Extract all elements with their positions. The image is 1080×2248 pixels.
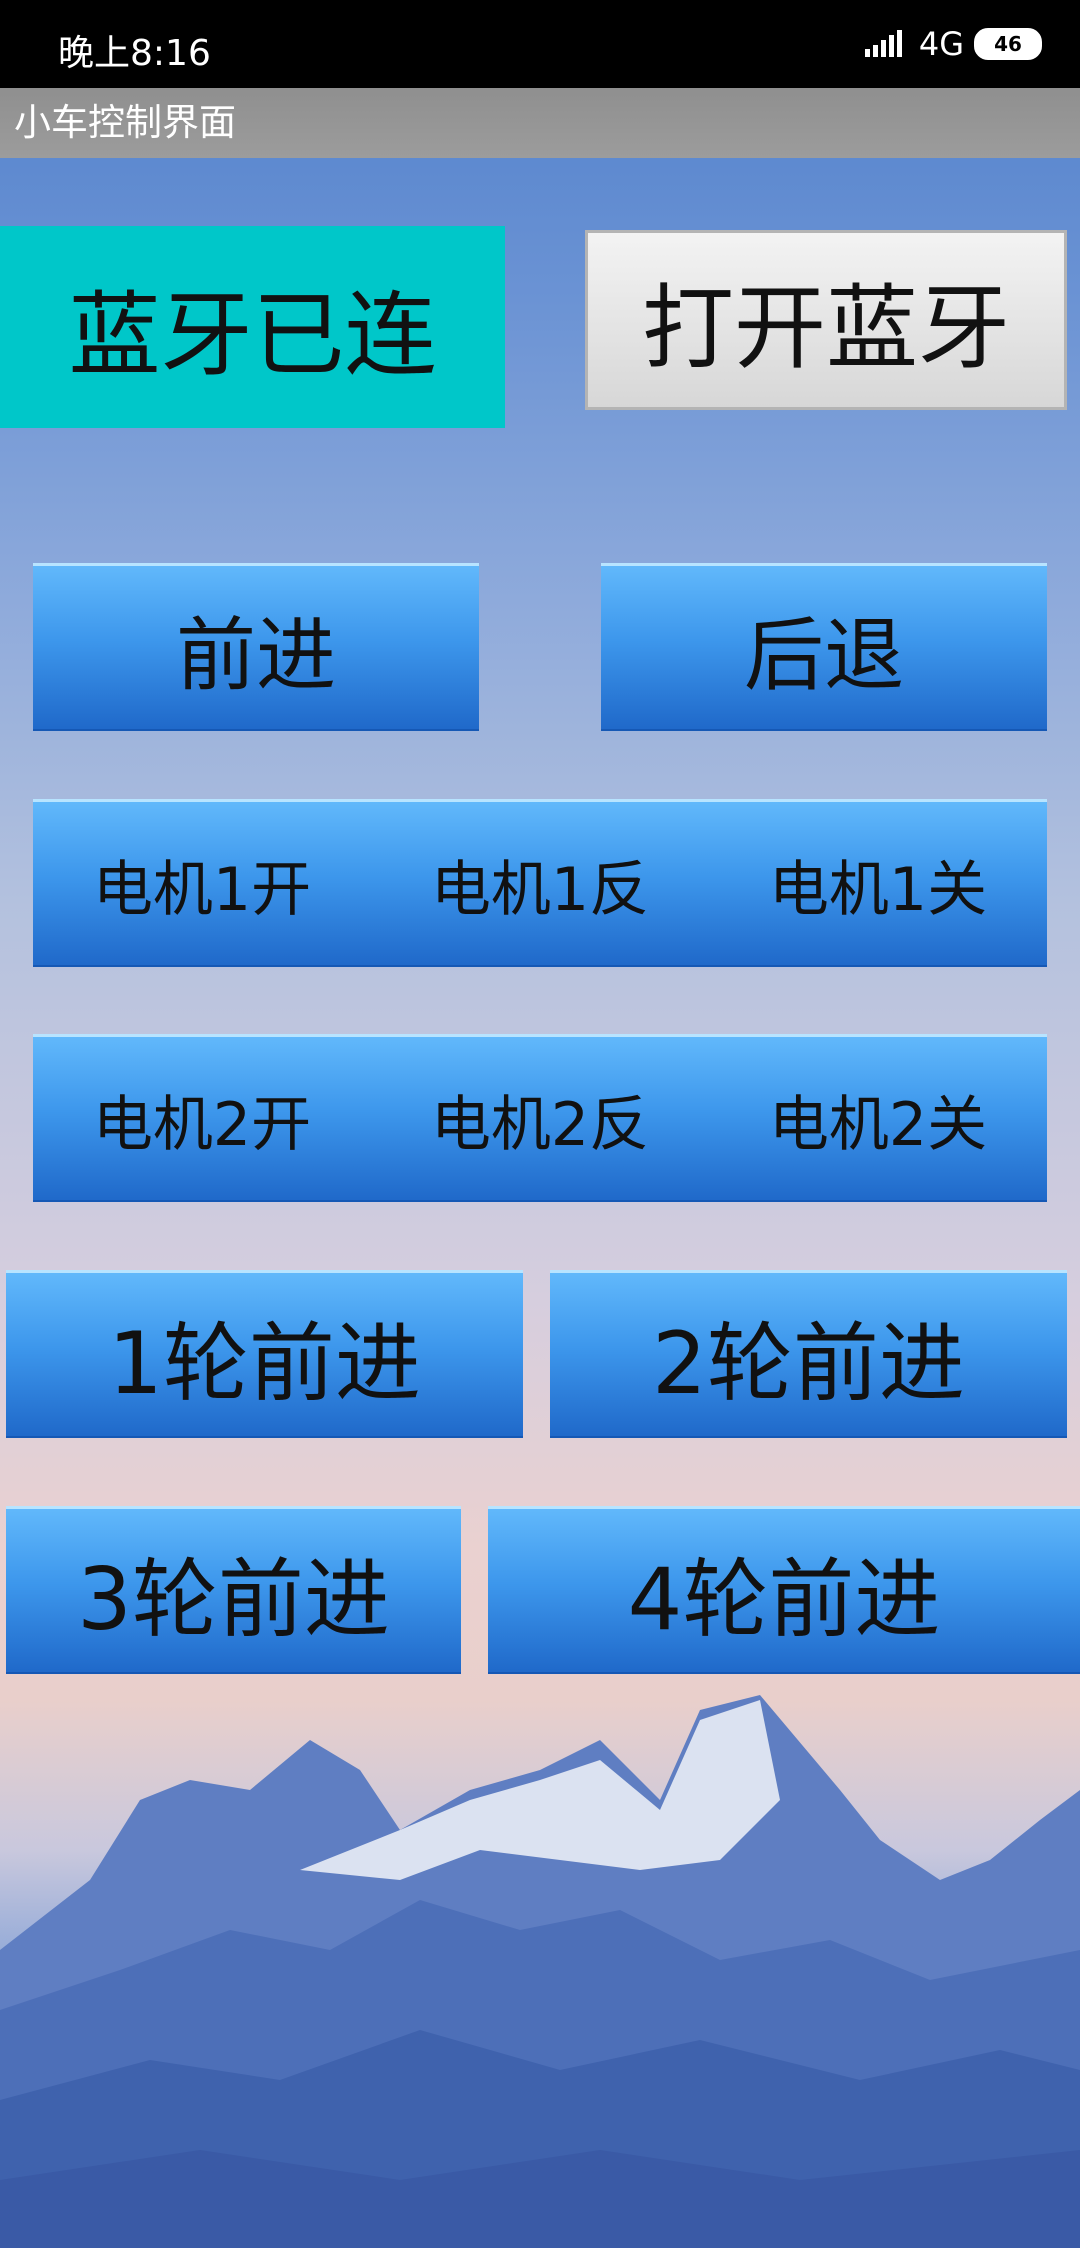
app-title: 小车控制界面 (0, 88, 1080, 158)
wheel1-forward-label: 1轮前进 (108, 1314, 421, 1414)
status-icons: 4G 46 (864, 24, 1042, 64)
wheel1-forward-button[interactable]: 1轮前进 (6, 1270, 523, 1438)
forward-button[interactable]: 前进 (33, 563, 479, 731)
wheel4-forward-button[interactable]: 4轮前进 (488, 1506, 1080, 1674)
battery-icon: 46 (974, 28, 1042, 60)
motor2-off-button[interactable]: 电机2关 (769, 1076, 987, 1163)
bluetooth-status-label: 蓝牙已连 (68, 281, 437, 389)
signal-icon (864, 29, 909, 59)
motor1-off-button[interactable]: 电机1关 (769, 841, 987, 928)
motor2-reverse-button[interactable]: 电机2反 (431, 1076, 649, 1163)
wheel3-forward-label: 3轮前进 (77, 1550, 390, 1650)
wheel2-forward-label: 2轮前进 (652, 1314, 965, 1414)
status-time: 晚上8:16 (58, 33, 211, 74)
wheel3-forward-button[interactable]: 3轮前进 (6, 1506, 461, 1674)
backward-button[interactable]: 后退 (601, 563, 1047, 731)
motor2-on-button[interactable]: 电机2开 (93, 1076, 311, 1163)
mountain-background-image (0, 1695, 1080, 2248)
backward-label: 后退 (744, 608, 904, 702)
wheel2-forward-button[interactable]: 2轮前进 (550, 1270, 1067, 1438)
motor1-on-button[interactable]: 电机1开 (93, 841, 311, 928)
open-bluetooth-label: 打开蓝牙 (641, 274, 1010, 382)
bluetooth-status-button[interactable]: 蓝牙已连 (0, 226, 505, 428)
open-bluetooth-button[interactable]: 打开蓝牙 (585, 230, 1067, 410)
motor1-reverse-button[interactable]: 电机1反 (431, 841, 649, 928)
wheel4-forward-label: 4轮前进 (627, 1550, 941, 1650)
status-bar: 晚上8:16 4G 46 (0, 0, 1080, 88)
motor2-control-bar: 电机2开 电机2反 电机2关 (33, 1034, 1047, 1202)
motor1-control-bar: 电机1开 电机1反 电机1关 (33, 799, 1047, 967)
battery-level: 46 (994, 32, 1022, 56)
network-type: 4G (918, 25, 964, 63)
forward-label: 前进 (176, 608, 336, 702)
